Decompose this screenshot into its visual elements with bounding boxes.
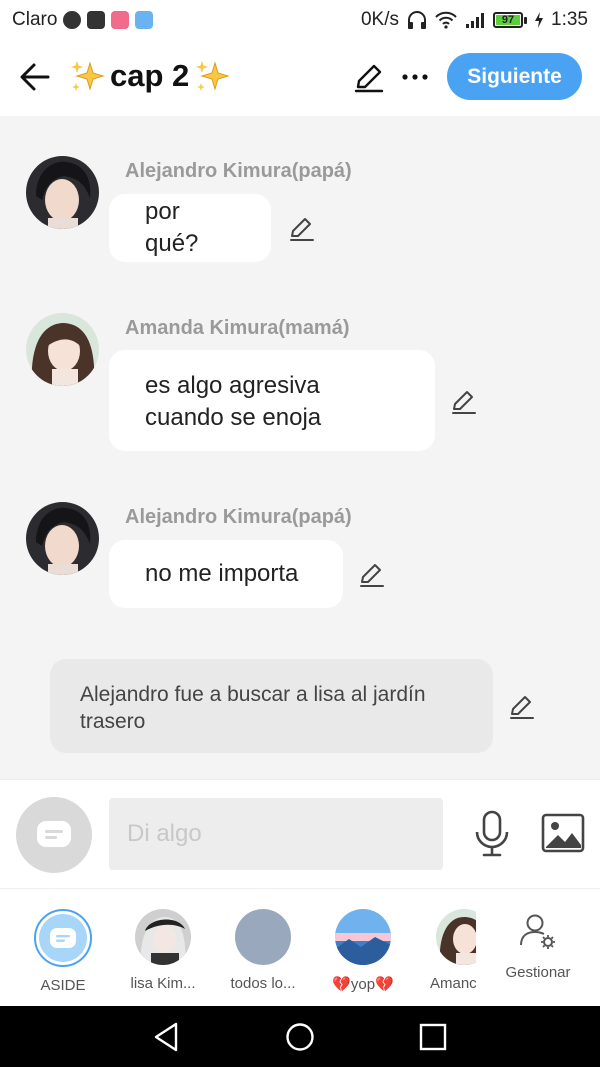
- carrier-label: Claro: [12, 9, 58, 30]
- message-text: por qué?: [145, 198, 199, 257]
- tray-label: 💔yop💔: [332, 976, 394, 993]
- alejandro-avatar[interactable]: [26, 156, 99, 229]
- edit-message-icon[interactable]: [288, 214, 316, 242]
- headphones-icon: [408, 11, 427, 29]
- message-bubble[interactable]: por qué?: [109, 194, 271, 262]
- status-bar: Claro 0K/s 97 1:35: [0, 0, 600, 40]
- manage-label: Gestionar: [505, 964, 571, 981]
- group-avatar: [235, 909, 291, 965]
- message-bubble[interactable]: es algo agresiva cuando se enoja: [109, 350, 435, 451]
- message-input[interactable]: [109, 798, 443, 870]
- wifi-icon: [435, 11, 457, 29]
- microphone-icon[interactable]: [472, 810, 512, 858]
- edit-message-icon[interactable]: [450, 387, 478, 415]
- novel-toon-icon: [135, 11, 154, 29]
- chapter-title: cap 2: [68, 54, 231, 98]
- message-text: no me importa: [145, 560, 299, 587]
- charging-icon: [535, 12, 544, 28]
- title-text: cap 2: [110, 58, 190, 93]
- system-navigation-bar: [0, 1006, 600, 1067]
- network-speed: 0K/s: [360, 9, 400, 30]
- manage-characters-button[interactable]: Gestionar: [498, 911, 578, 981]
- nav-back-icon[interactable]: [150, 1020, 184, 1054]
- youtube-icon: [87, 11, 106, 29]
- aside-chat-icon: [37, 821, 71, 847]
- tray-label: lisa Kim...: [130, 975, 196, 992]
- battery-level: 97: [496, 15, 521, 26]
- battery-icon: 97: [493, 12, 528, 28]
- amanda-avatar[interactable]: [26, 313, 99, 386]
- tray-label: ASIDE: [40, 977, 86, 994]
- yop-avatar: [335, 909, 391, 965]
- narration-text-line: trasero: [80, 710, 146, 733]
- tray-item-aside[interactable]: ASIDE: [18, 909, 108, 994]
- message-text-line: cuando se enoja: [145, 404, 322, 431]
- more-options-icon[interactable]: [398, 60, 432, 94]
- edit-pencil-icon[interactable]: [352, 60, 386, 94]
- narration-bubble[interactable]: Alejandro fue a buscar a lisa al jardín …: [50, 659, 493, 753]
- sender-name: Amanda Kimura(mamá): [125, 317, 350, 339]
- message-bubble[interactable]: no me importa: [109, 540, 343, 608]
- character-tray: ASIDE lisa Kim... todos lo... 💔yop💔 Aman…: [0, 888, 600, 1006]
- edit-message-icon[interactable]: [508, 692, 536, 720]
- tray-item-todos[interactable]: todos lo...: [218, 909, 308, 992]
- tray-item-lisa[interactable]: lisa Kim...: [118, 909, 208, 992]
- aside-avatar: [34, 909, 92, 967]
- nav-home-icon[interactable]: [283, 1020, 317, 1054]
- amanda-avatar: [436, 909, 476, 965]
- image-icon[interactable]: [541, 813, 585, 853]
- sender-name: Alejandro Kimura(papá): [125, 506, 352, 528]
- manga-toon-icon: [111, 11, 130, 29]
- composer: [0, 779, 600, 888]
- message-text-line: es algo agresiva: [145, 372, 320, 399]
- app-header: cap 2 Siguiente: [0, 40, 600, 116]
- alejandro-avatar[interactable]: [26, 502, 99, 575]
- tray-item-yop[interactable]: 💔yop💔: [318, 909, 408, 993]
- clock: 1:35: [551, 9, 588, 30]
- lisa-avatar: [135, 909, 191, 965]
- sparkles-icon: [196, 61, 231, 91]
- narration-text-line: Alejandro fue a buscar a lisa al jardín: [80, 683, 426, 706]
- back-arrow-icon[interactable]: [18, 60, 52, 94]
- tray-label: todos lo...: [230, 975, 296, 992]
- chat-area: Alejandro Kimura(papá) por qué? Amanda K…: [0, 116, 600, 778]
- aside-chat-icon: [50, 928, 76, 948]
- sparkles-icon: [71, 61, 105, 91]
- tray-label: Amanc: [430, 975, 476, 992]
- tray-item-amanda[interactable]: Amanc: [418, 909, 476, 992]
- edit-message-icon[interactable]: [358, 560, 386, 588]
- nav-recents-icon[interactable]: [416, 1020, 450, 1054]
- person-gear-icon: [520, 914, 555, 949]
- character-select-button[interactable]: [16, 797, 92, 873]
- next-button[interactable]: Siguiente: [447, 53, 582, 100]
- sender-name: Alejandro Kimura(papá): [125, 160, 352, 182]
- signal-icon: [466, 13, 485, 28]
- spotify-icon: [63, 11, 82, 29]
